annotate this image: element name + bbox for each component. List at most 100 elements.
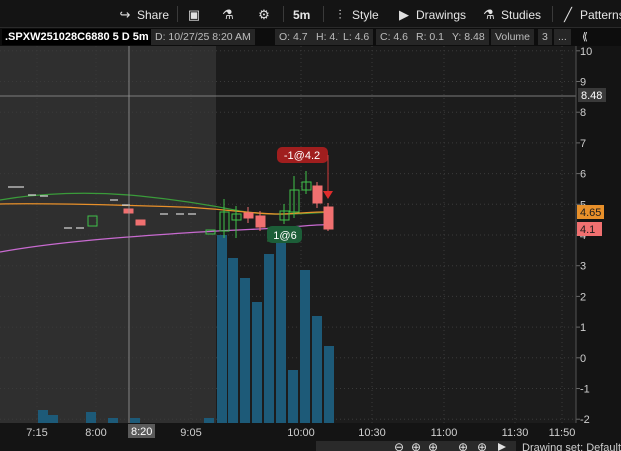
sell-trade-label: -1@4.2 (284, 150, 320, 162)
down-candle (123, 208, 134, 214)
crosshair-price-badge: 8.48 (578, 88, 606, 102)
studies-label: Studies (501, 8, 542, 22)
flask-icon: ⚗ (222, 7, 234, 22)
share-icon: ↪ (119, 7, 131, 22)
share-label: Share (137, 8, 170, 22)
time-tick-label: 11:30 (502, 427, 529, 439)
style-label: Style (352, 8, 379, 22)
price-tick-label: -1 (580, 384, 590, 396)
more-readout[interactable]: ... (554, 29, 571, 45)
price-tick-label: 0 (580, 353, 586, 365)
time-tick-label: 10:30 (358, 427, 386, 439)
down-candle (243, 212, 254, 219)
time-tick-label: 7:15 (26, 427, 47, 439)
snapshot-button[interactable]: ▣ (186, 6, 206, 24)
down-candle (135, 219, 146, 226)
chart-toolbar: ↪ Share ▣ ⚗ ⚙ 5m ⫶ Style ▶ Drawings ⚗ St… (0, 0, 621, 28)
flask-button[interactable]: ⚗ (220, 6, 240, 24)
volume-bar (300, 270, 310, 423)
down-candle (323, 206, 334, 230)
studies-button[interactable]: ⚗ Studies (481, 6, 541, 24)
volume-bar (38, 410, 48, 423)
zoom-out-icon[interactable]: ⊖ (394, 440, 404, 451)
price-tick-label: 6 (580, 169, 586, 181)
symbol-label[interactable]: .SPXW251028C6880 5 D 5m (2, 29, 152, 45)
low-readout: L: 4.6 (339, 29, 374, 45)
orange-price-label: 4.65 (580, 207, 601, 219)
toolbar-divider (323, 6, 324, 22)
price-chart[interactable]: -1@4.2 1@6 109876543210-1-2 8.48 4.65 4.… (0, 46, 621, 451)
patterns-button[interactable]: ╱ Patterns (560, 6, 621, 24)
volume-bar (217, 235, 227, 423)
zoom-in-icon[interactable]: ⊕ (411, 440, 421, 451)
patterns-icon: ╱ (564, 7, 572, 22)
time-tick-label: 8:00 (85, 427, 106, 439)
toolbar-divider (177, 6, 178, 22)
volume-bar (228, 258, 238, 423)
price-tick-label: 7 (580, 138, 586, 150)
volume-bar (252, 302, 262, 423)
patterns-label: Patterns (580, 8, 621, 22)
style-button[interactable]: ⫶ Style (332, 6, 379, 24)
zoom-controls: ⊖ ⊕ ⊕ ⊕ ⊕ (316, 440, 516, 451)
volume-bar (240, 278, 250, 423)
buy-trade-label: 1@6 (273, 230, 296, 242)
drawing-set-label[interactable]: Drawing set: Default (522, 442, 621, 451)
orange-price-badge: 4.65 (577, 205, 604, 219)
crosshair-price-label: 8.48 (581, 90, 602, 102)
price-tick-label: 9 (580, 77, 586, 89)
drawings-button[interactable]: ▶ Drawings (396, 6, 466, 24)
price-tick-label: 1 (580, 322, 586, 334)
price-tick-label: -2 (580, 414, 590, 426)
open-readout: O: 4.7 (275, 29, 312, 45)
date-readout: D: 10/27/25 8:20 AM (151, 29, 255, 45)
red-price-badge: 4.1 (577, 222, 602, 236)
fit-chart-icon[interactable]: ⊕ (477, 440, 487, 451)
timeframe-button[interactable]: 5m (293, 6, 310, 24)
settings-button[interactable]: ⚙ (256, 6, 276, 24)
red-price-label: 4.1 (580, 224, 595, 236)
toolbar-divider (552, 6, 553, 22)
gear-icon: ⚙ (258, 7, 270, 22)
snapshot-icon: ▣ (187, 7, 201, 22)
volume-label: Volume (491, 29, 535, 45)
time-tick-label: 11:50 (549, 427, 576, 439)
candlestick-icon: ⫶ (338, 7, 342, 22)
price-tick-label: 10 (580, 46, 592, 58)
price-tick-label: 3 (580, 261, 586, 273)
cursor-arrow-icon: ▶ (399, 7, 409, 22)
volume-bar (204, 418, 214, 423)
volume-bar (312, 316, 322, 423)
time-tick-label: 9:05 (180, 427, 201, 439)
timeframe-label: 5m (293, 8, 311, 22)
time-tick-label: 10:00 (287, 427, 315, 439)
zoom-reset-icon[interactable]: ⊕ (428, 440, 438, 451)
crosshair-time-badge: 8:20 (128, 424, 155, 438)
crosshair-time-label: 8:20 (131, 426, 152, 438)
volume-bar (288, 370, 298, 423)
close-readout: C: 4.6 (376, 29, 413, 45)
volume-bar (86, 412, 96, 423)
drawings-label: Drawings (416, 8, 467, 22)
toolbar-divider (283, 6, 284, 22)
price-tick-label: 2 (580, 291, 586, 303)
volume-bar (48, 415, 58, 423)
range-readout: R: 0.1 (412, 29, 449, 45)
down-candle (255, 215, 266, 228)
y-readout: Y: 8.48 (448, 29, 489, 45)
flask-icon: ⚗ (483, 7, 495, 22)
buy-trade-marker[interactable]: 1@6 (267, 226, 302, 243)
collapse-infobar-icon[interactable]: ⟪ (578, 29, 592, 45)
quote-infobar: .SPXW251028C6880 5 D 5m D: 10/27/25 8:20… (0, 28, 621, 46)
price-tick-label: 8 (580, 107, 586, 119)
volume-value: 3 (538, 29, 552, 45)
volume-bar (324, 346, 334, 423)
down-candle (312, 185, 323, 204)
volume-bar (108, 418, 118, 423)
volume-bar (130, 418, 140, 423)
volume-bar (264, 254, 274, 423)
share-button[interactable]: ↪ Share (117, 6, 169, 24)
time-tick-label: 11:00 (431, 427, 458, 439)
volume-bar (276, 236, 286, 423)
pan-icon[interactable]: ⊕ (458, 440, 468, 451)
